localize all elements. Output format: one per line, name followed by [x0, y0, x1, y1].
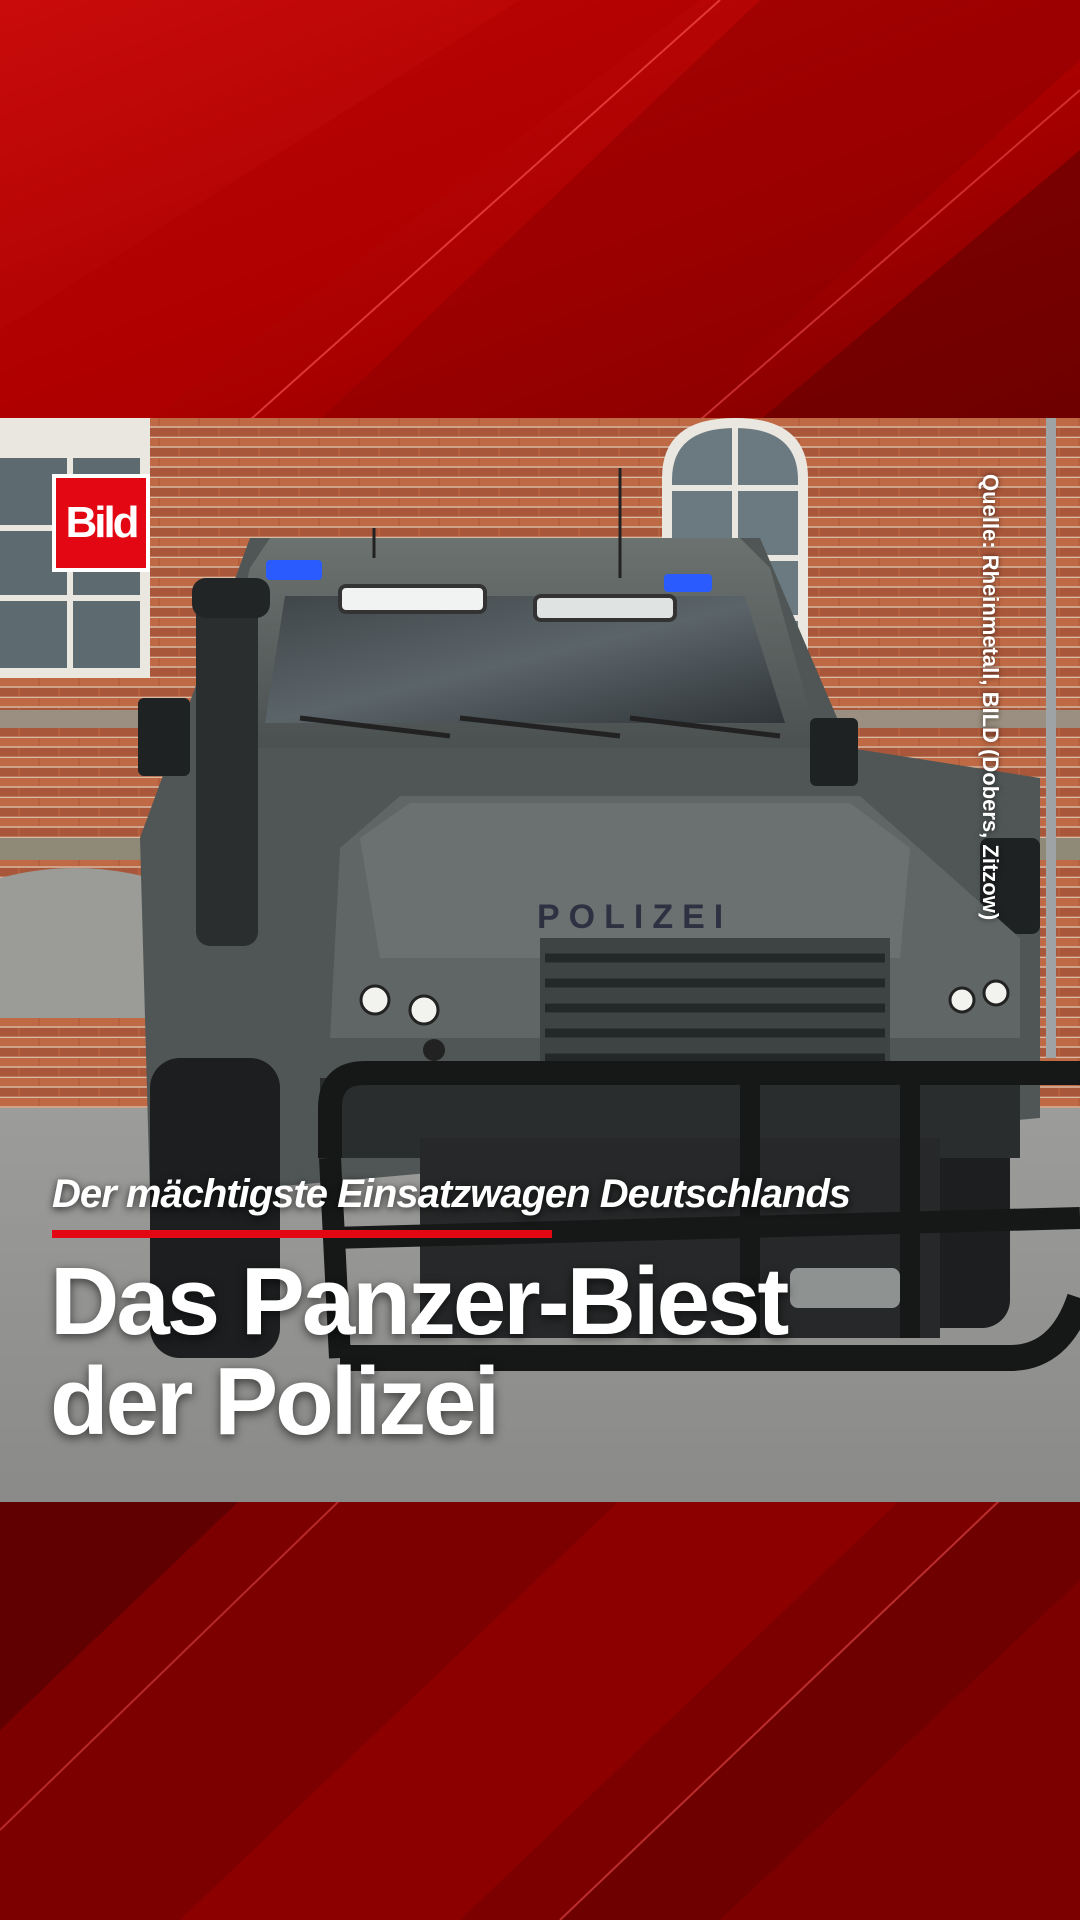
story-headline: Das Panzer-Biest der Polizei — [50, 1252, 1010, 1452]
bottom-background — [0, 1500, 1080, 1920]
bild-logo-text: Bild — [65, 498, 139, 547]
vehicle-label: POLIZEI — [537, 898, 732, 936]
story-kicker: Der mächtigste Einsatzwagen Deutschlands — [52, 1172, 851, 1216]
story-frame: POLIZEI Bild Quelle: Rheinmetall, BILD (… — [0, 0, 1080, 1920]
headline-line-1: Das Panzer-Biest — [50, 1248, 789, 1355]
kicker-underline — [52, 1230, 552, 1238]
top-background — [0, 0, 1080, 420]
headline-line-2: der Polizei — [50, 1348, 500, 1455]
bild-logo: Bild — [52, 474, 150, 572]
source-credit: Quelle: Rheinmetall, BILD (Dobers, Zitzo… — [978, 474, 1003, 921]
